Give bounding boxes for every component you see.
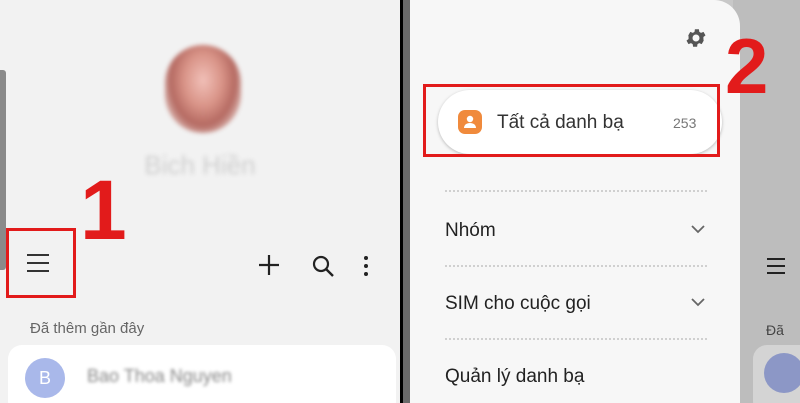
menu-icon[interactable] <box>27 254 49 272</box>
settings-gear-icon[interactable] <box>684 26 708 50</box>
contact-avatar: B <box>25 358 65 398</box>
divider <box>445 338 707 340</box>
step-number-1: 1 <box>80 163 127 257</box>
menu-item-manage-contacts[interactable]: Quản lý danh bạ <box>445 366 584 388</box>
profile-name: Bich Hiền <box>144 150 256 180</box>
recently-added-label: Đã thêm gần đây <box>30 320 145 337</box>
menu-item-sim[interactable]: SIM cho cuộc gọi <box>445 293 591 315</box>
chevron-down-icon[interactable] <box>691 224 705 234</box>
search-icon[interactable] <box>312 255 334 277</box>
step-number-2: 2 <box>725 22 769 110</box>
highlight-box-all-contacts <box>423 84 720 157</box>
chevron-down-icon[interactable] <box>691 297 705 307</box>
navigation-drawer: Tất cả danh bạ 253 Nhóm SIM cho cuộc gọi… <box>410 0 740 403</box>
screen-edge <box>403 0 410 403</box>
profile-photo[interactable] <box>165 45 241 133</box>
divider <box>445 265 707 267</box>
menu-item-groups[interactable]: Nhóm <box>445 220 496 242</box>
menu-icon <box>767 258 785 274</box>
add-icon[interactable] <box>258 254 280 276</box>
contact-name[interactable]: Bao Thoa Nguyen <box>87 366 232 387</box>
drawer-screen: Đã Tất cả danh bạ 253 Nhóm SIM cho cuộc … <box>403 0 800 403</box>
contacts-screen: Bich Hiền 1 Đã thêm gần đây B Bao Thoa N… <box>0 0 400 403</box>
background-avatar <box>764 353 800 393</box>
divider <box>445 190 707 192</box>
more-options-icon[interactable] <box>360 255 372 277</box>
background-section-label: Đã <box>766 322 784 338</box>
